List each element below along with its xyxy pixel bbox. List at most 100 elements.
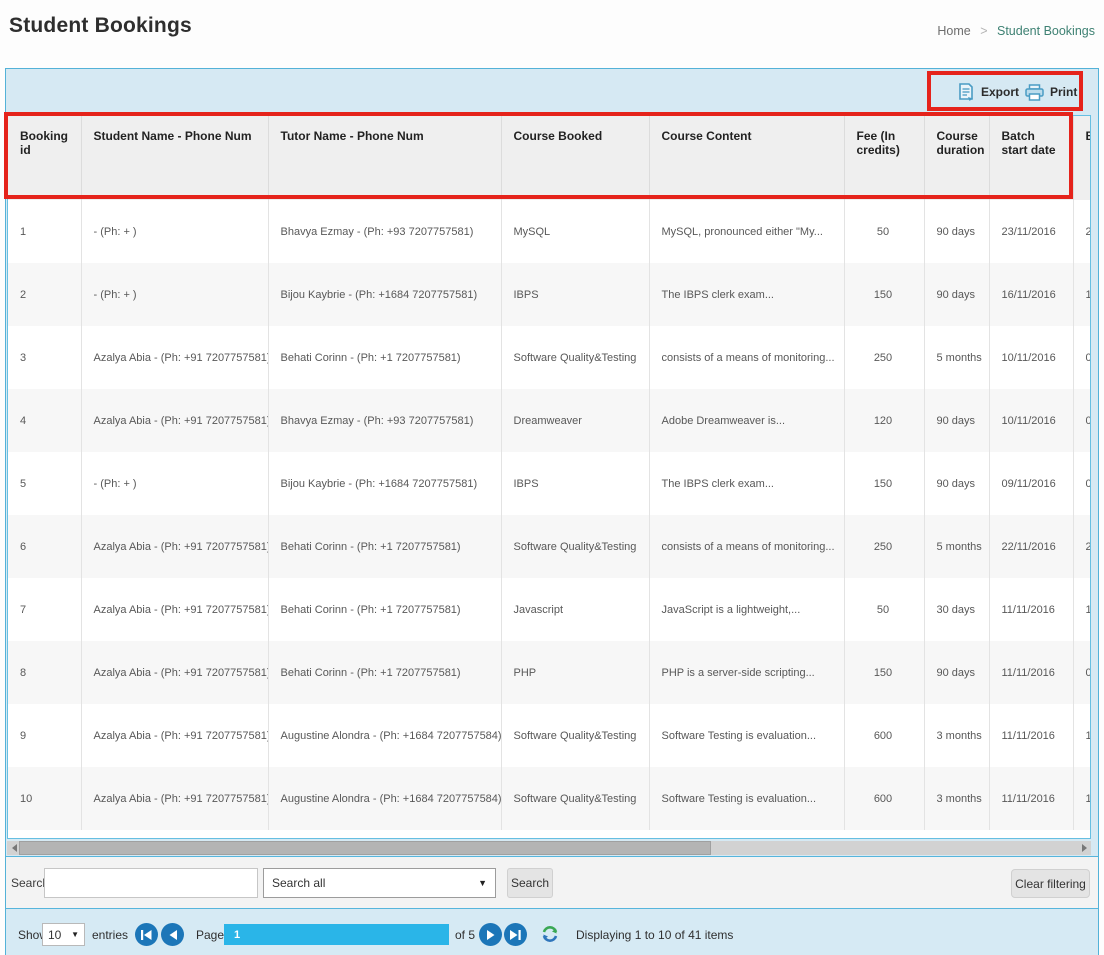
- table-cell: 5 months: [924, 515, 989, 578]
- table-cell: 10: [1073, 578, 1091, 641]
- last-page-button[interactable]: [504, 923, 527, 946]
- table-cell: Software Quality&Testing: [501, 326, 649, 389]
- print-button[interactable]: Print: [1025, 81, 1077, 103]
- export-button-label: Export: [981, 85, 1019, 99]
- breadcrumb: Home > Student Bookings: [937, 24, 1095, 38]
- table-cell: PHP is a server-side scripting...: [649, 641, 844, 704]
- column-header-booking-id[interactable]: Booking id: [8, 116, 81, 200]
- page-count-label: of 5: [455, 928, 475, 942]
- table-cell: Bijou Kaybrie - (Ph: +1684 7207757581): [268, 452, 501, 515]
- pagination-bar: Show 10 ▼ entries Page 1 of 5: [6, 910, 1098, 955]
- breadcrumb-current: Student Bookings: [997, 24, 1095, 38]
- table-row[interactable]: 2- (Ph: + )Bijou Kaybrie - (Ph: +1684 72…: [8, 263, 1091, 326]
- table-cell: 21: [1073, 515, 1091, 578]
- table-cell: MySQL, pronounced either "My...: [649, 200, 844, 263]
- horizontal-scrollbar[interactable]: [7, 841, 1091, 855]
- table-cell: Behati Corinn - (Ph: +1 7207757581): [268, 578, 501, 641]
- table-cell: 07: [1073, 389, 1091, 452]
- breadcrumb-home-link[interactable]: Home: [937, 24, 970, 38]
- table-cell: Bhavya Ezmay - (Ph: +93 7207757581): [268, 200, 501, 263]
- table-cell: JavaScript is a lightweight,...: [649, 578, 844, 641]
- search-field-dropdown[interactable]: Search all ▼: [263, 868, 496, 898]
- table-cell: 1: [8, 200, 81, 263]
- table-cell: Bhavya Ezmay - (Ph: +93 7207757581): [268, 389, 501, 452]
- last-page-icon: [510, 930, 521, 940]
- scrollbar-thumb[interactable]: [19, 841, 711, 855]
- table-cell: Behati Corinn - (Ph: +1 7207757581): [268, 326, 501, 389]
- table-row[interactable]: 5- (Ph: + )Bijou Kaybrie - (Ph: +1684 72…: [8, 452, 1091, 515]
- print-button-label: Print: [1050, 85, 1077, 99]
- column-header-fee-in-credits-[interactable]: Fee (In credits): [844, 116, 924, 200]
- column-header-batch-end-date[interactable]: Batch end date: [1073, 116, 1091, 200]
- current-page-value: 1: [234, 929, 240, 941]
- display-status: Displaying 1 to 10 of 41 items: [576, 928, 733, 942]
- bookings-grid-viewport: Booking idStudent Name - Phone NumTutor …: [7, 115, 1091, 839]
- table-cell: 3 months: [924, 704, 989, 767]
- table-cell: 3 months: [924, 767, 989, 830]
- first-page-button[interactable]: [135, 923, 158, 946]
- grid-toolbar: Export Print: [6, 69, 1098, 115]
- table-cell: - (Ph: + ): [81, 452, 268, 515]
- table-cell: 09/11/2016: [989, 452, 1073, 515]
- previous-page-button[interactable]: [161, 923, 184, 946]
- table-row[interactable]: 7Azalya Abia - (Ph: +91 7207757581)Behat…: [8, 578, 1091, 641]
- table-cell: Azalya Abia - (Ph: +91 7207757581): [81, 515, 268, 578]
- table-row[interactable]: 1- (Ph: + )Bhavya Ezmay - (Ph: +93 72077…: [8, 200, 1091, 263]
- scroll-right-arrow-icon[interactable]: [1077, 841, 1091, 855]
- table-row[interactable]: 10Azalya Abia - (Ph: +91 7207757581)Augu…: [8, 767, 1091, 830]
- table-cell: 10/11/2016: [989, 389, 1073, 452]
- table-cell: 120: [844, 389, 924, 452]
- table-row[interactable]: 6Azalya Abia - (Ph: +91 7207757581)Behat…: [8, 515, 1091, 578]
- search-button[interactable]: Search: [507, 868, 553, 898]
- table-cell: Azalya Abia - (Ph: +91 7207757581): [81, 578, 268, 641]
- next-page-button[interactable]: [479, 923, 502, 946]
- column-header-course-content[interactable]: Course Content: [649, 116, 844, 200]
- table-cell: Azalya Abia - (Ph: +91 7207757581): [81, 326, 268, 389]
- search-input[interactable]: [44, 868, 258, 898]
- column-header-course-duration[interactable]: Course duration: [924, 116, 989, 200]
- page-size-value: 10: [48, 928, 61, 942]
- table-cell: Azalya Abia - (Ph: +91 7207757581): [81, 704, 268, 767]
- column-header-course-booked[interactable]: Course Booked: [501, 116, 649, 200]
- table-cell: 11/11/2016: [989, 704, 1073, 767]
- table-cell: 11/11/2016: [989, 767, 1073, 830]
- table-cell: 90 days: [924, 641, 989, 704]
- table-cell: 11/11/2016: [989, 578, 1073, 641]
- table-cell: - (Ph: + ): [81, 200, 268, 263]
- table-cell: 13: [1073, 263, 1091, 326]
- table-row[interactable]: 4Azalya Abia - (Ph: +91 7207757581)Bhavy…: [8, 389, 1091, 452]
- next-page-icon: [487, 930, 495, 940]
- table-cell: Behati Corinn - (Ph: +1 7207757581): [268, 641, 501, 704]
- table-cell: IBPS: [501, 263, 649, 326]
- clear-filtering-button[interactable]: Clear filtering: [1011, 869, 1090, 898]
- previous-page-icon: [169, 930, 177, 940]
- table-cell: 08: [1073, 641, 1091, 704]
- page-size-select[interactable]: 10 ▼: [42, 923, 85, 946]
- table-cell: The IBPS clerk exam...: [649, 452, 844, 515]
- table-cell: Azalya Abia - (Ph: +91 7207757581): [81, 641, 268, 704]
- table-cell: Software Testing is evaluation...: [649, 704, 844, 767]
- table-cell: 10: [1073, 767, 1091, 830]
- table-row[interactable]: 8Azalya Abia - (Ph: +91 7207757581)Behat…: [8, 641, 1091, 704]
- table-cell: IBPS: [501, 452, 649, 515]
- column-header-tutor-name-phone-num[interactable]: Tutor Name - Phone Num: [268, 116, 501, 200]
- refresh-icon[interactable]: [540, 924, 560, 944]
- table-row[interactable]: 9Azalya Abia - (Ph: +91 7207757581)Augus…: [8, 704, 1091, 767]
- table-row[interactable]: 3Azalya Abia - (Ph: +91 7207757581)Behat…: [8, 326, 1091, 389]
- table-cell: - (Ph: + ): [81, 263, 268, 326]
- page-number-input[interactable]: 1: [224, 924, 449, 945]
- table-cell: 6: [8, 515, 81, 578]
- bookings-table: Booking idStudent Name - Phone NumTutor …: [8, 116, 1091, 830]
- table-cell: 150: [844, 452, 924, 515]
- table-cell: Software Testing is evaluation...: [649, 767, 844, 830]
- column-header-student-name-phone-num[interactable]: Student Name - Phone Num: [81, 116, 268, 200]
- table-cell: 600: [844, 704, 924, 767]
- table-cell: 250: [844, 515, 924, 578]
- table-cell: 30 days: [924, 578, 989, 641]
- table-cell: consists of a means of monitoring...: [649, 326, 844, 389]
- table-cell: consists of a means of monitoring...: [649, 515, 844, 578]
- table-cell: 16/11/2016: [989, 263, 1073, 326]
- table-cell: 90 days: [924, 389, 989, 452]
- column-header-batch-start-date[interactable]: Batch start date: [989, 116, 1073, 200]
- export-button[interactable]: Export: [958, 81, 1019, 103]
